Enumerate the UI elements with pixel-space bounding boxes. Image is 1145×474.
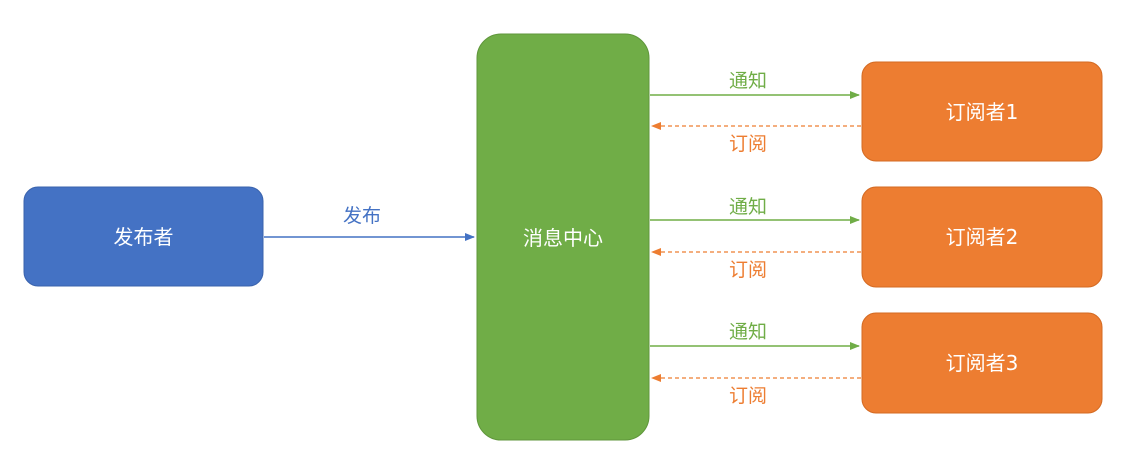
subscribe-edge-3: 订阅 <box>651 374 861 407</box>
subscriber-3-node: 订阅者3 <box>861 312 1103 414</box>
notify-label-1: 通知 <box>729 70 767 92</box>
notify-label-3: 通知 <box>729 321 767 343</box>
subscriber-3-label: 订阅者3 <box>946 351 1019 375</box>
pubsub-diagram: 发布者 发布 消息中心 订阅者1 通知 订阅 订阅者2 通知 订阅 订阅者3 通… <box>23 33 1103 441</box>
publish-edge: 发布 <box>264 205 475 241</box>
publisher-node: 发布者 <box>23 186 264 287</box>
notify-edge-3: 通知 <box>650 321 860 350</box>
subscriber-2-label: 订阅者2 <box>946 225 1019 249</box>
notify-edge-1: 通知 <box>650 70 860 99</box>
subscriber-1-node: 订阅者1 <box>861 61 1103 162</box>
subscribe-edge-2: 订阅 <box>651 248 861 281</box>
subscriber-2-node: 订阅者2 <box>861 186 1103 288</box>
publisher-label: 发布者 <box>114 225 174 249</box>
message-center-label: 消息中心 <box>523 226 603 250</box>
subscribe-edge-1: 订阅 <box>651 122 861 155</box>
message-center-node: 消息中心 <box>476 33 650 441</box>
subscribe-label-3: 订阅 <box>729 385 767 407</box>
publish-label: 发布 <box>343 205 381 227</box>
subscriber-1-label: 订阅者1 <box>946 100 1019 124</box>
subscribe-label-2: 订阅 <box>729 259 767 281</box>
subscribe-label-1: 订阅 <box>729 133 767 155</box>
notify-label-2: 通知 <box>729 196 767 218</box>
notify-edge-2: 通知 <box>650 196 860 224</box>
